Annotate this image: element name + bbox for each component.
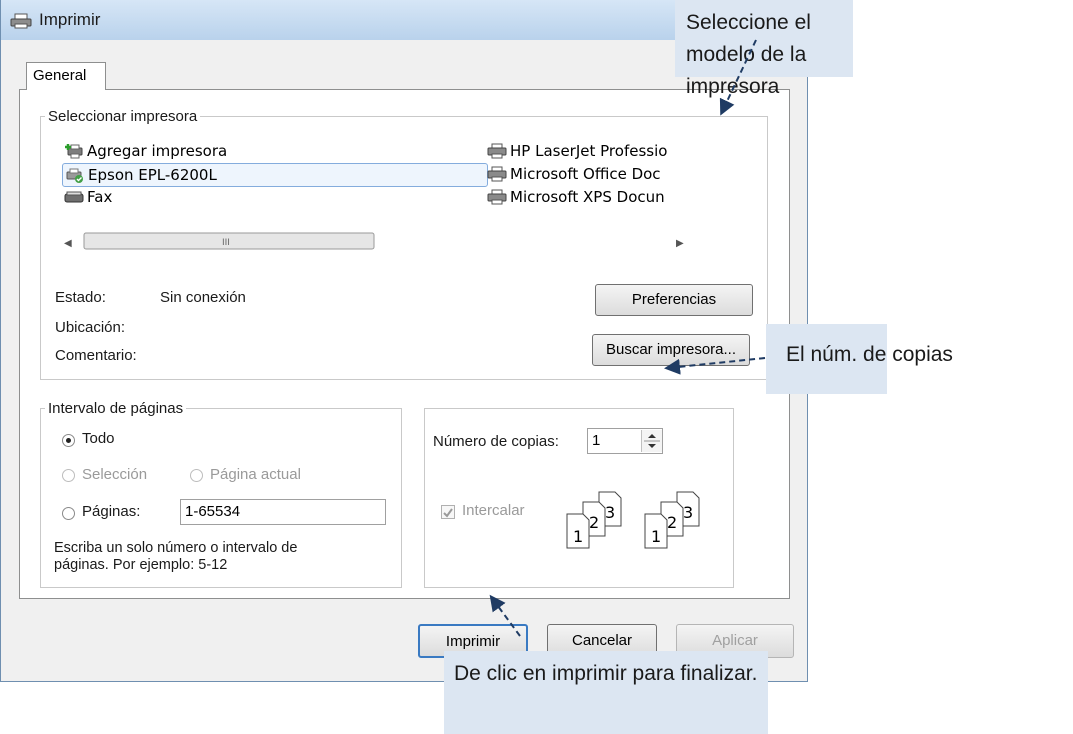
radio-current-page[interactable] — [190, 469, 203, 482]
svg-text:2: 2 — [589, 513, 599, 532]
printer-item-label: Microsoft XPS Docun — [510, 188, 665, 206]
svg-text:III: III — [222, 238, 230, 248]
printer-item-hp[interactable]: HP LaserJet Professio — [487, 140, 667, 162]
radio-current-page-label: Página actual — [210, 466, 301, 483]
printer-item-selected[interactable]: Epson EPL-6200L — [62, 163, 488, 187]
printer-item-label: Microsoft Office Doc — [510, 165, 661, 183]
printer-item-label: Agregar impresora — [87, 142, 228, 160]
printer-item-label: Fax — [87, 188, 113, 206]
printer-list-scrollbar[interactable]: ◀ III ▶ — [58, 230, 698, 252]
page-range-hint: Escriba un solo número o intervalo de pá… — [54, 540, 298, 573]
printer-icon — [10, 13, 32, 29]
printer-item-label: Epson EPL-6200L — [88, 166, 217, 184]
comment-label: Comentario: — [55, 347, 137, 364]
printer-item-label: HP LaserJet Professio — [510, 142, 668, 160]
printer-item-add[interactable]: Agregar impresora — [64, 140, 227, 162]
page-range-legend: Intervalo de páginas — [48, 400, 184, 417]
printer-icon — [487, 143, 507, 159]
find-printer-button[interactable]: Buscar impresora... — [592, 334, 750, 366]
collate-checkbox[interactable] — [441, 505, 455, 519]
collate-pages-icon: 3 2 1 3 2 1 — [566, 491, 700, 549]
add-printer-icon — [65, 144, 83, 159]
pages-input[interactable]: 1-65534 — [180, 499, 386, 525]
radio-all[interactable] — [62, 434, 75, 447]
radio-all-label: Todo — [82, 430, 115, 447]
printer-icon — [487, 166, 507, 182]
printer-offline-icon — [66, 168, 83, 183]
copies-spinner[interactable] — [641, 430, 662, 452]
radio-selection-label: Selección — [82, 466, 148, 483]
svg-text:1: 1 — [573, 527, 583, 546]
radio-selection[interactable] — [62, 469, 75, 482]
radio-pages[interactable] — [62, 507, 75, 520]
status-label: Estado: — [55, 289, 106, 306]
svg-text:▶: ▶ — [676, 238, 684, 249]
callout-copies: El núm. de copias — [766, 324, 953, 394]
svg-text:2: 2 — [667, 513, 677, 532]
printer-item-office[interactable]: Microsoft Office Doc — [487, 163, 661, 185]
printer-item-xps[interactable]: Microsoft XPS Docun — [487, 186, 665, 208]
tab-general[interactable]: General — [26, 62, 106, 90]
select-printer-legend: Seleccionar impresora — [48, 108, 198, 125]
callout-printer-model: Seleccione el modelo de la impresora — [675, 0, 853, 98]
checkmark-icon — [443, 508, 453, 518]
svg-text:1: 1 — [651, 527, 661, 546]
svg-text:◀: ◀ — [64, 238, 72, 249]
svg-text:3: 3 — [605, 503, 615, 522]
callout-print: De clic en imprimir para finalizar. — [444, 651, 768, 734]
status-value: Sin conexión — [160, 289, 246, 306]
window-title: Imprimir — [39, 10, 101, 29]
fax-icon — [64, 191, 84, 203]
printer-icon — [487, 189, 507, 205]
scrollbar-graphic: ◀ III ▶ — [64, 232, 684, 250]
preferences-button[interactable]: Preferencias — [595, 284, 753, 316]
spinner-arrows-icon — [644, 434, 660, 448]
location-label: Ubicación: — [55, 319, 126, 336]
collate-label: Intercalar — [462, 502, 525, 519]
printer-item-fax[interactable]: Fax — [64, 186, 112, 208]
svg-text:3: 3 — [683, 503, 693, 522]
copies-label: Número de copias: — [433, 433, 559, 450]
radio-pages-label: Páginas: — [82, 503, 141, 520]
